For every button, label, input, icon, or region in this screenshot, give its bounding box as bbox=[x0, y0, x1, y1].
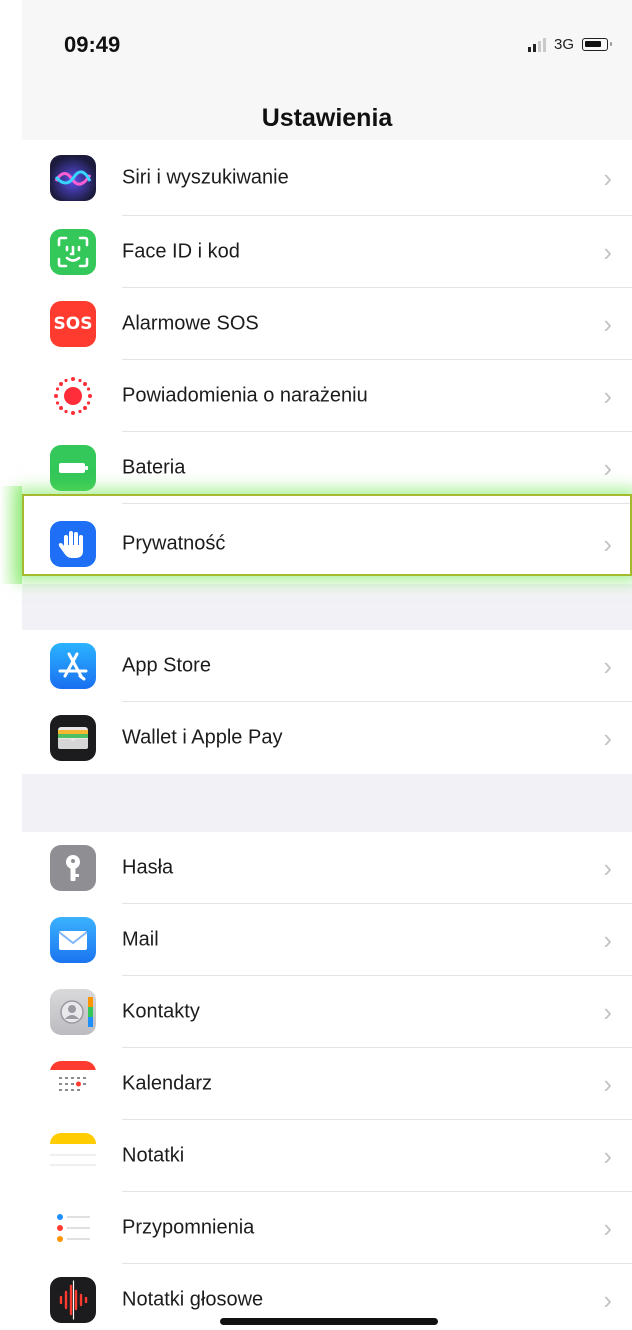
notes-icon bbox=[50, 1133, 96, 1179]
calendar-icon bbox=[50, 1061, 96, 1107]
chevron-right-icon: › bbox=[603, 381, 612, 411]
chevron-right-icon: › bbox=[603, 925, 612, 955]
app-store-icon bbox=[50, 643, 96, 689]
chevron-right-icon: › bbox=[603, 723, 612, 753]
settings-row-label: Kontakty bbox=[122, 1000, 200, 1023]
settings-row-label: Przypomnienia bbox=[122, 1216, 255, 1239]
hand-icon bbox=[50, 521, 96, 567]
settings-row-label: App Store bbox=[122, 654, 211, 677]
settings-row-label: Hasła bbox=[122, 856, 174, 879]
chevron-right-icon: › bbox=[603, 163, 612, 193]
chevron-right-icon: › bbox=[603, 651, 612, 681]
network-type: 3G bbox=[553, 36, 574, 53]
settings-row-label: Kalendarz bbox=[122, 1072, 213, 1095]
chevron-right-icon: › bbox=[603, 237, 612, 267]
settings-screen: 09:49 3G Ustawienia Siri i wyszukiwanie … bbox=[22, 0, 632, 1330]
settings-row-contacts[interactable]: Kontakty › bbox=[22, 976, 632, 1048]
settings-row-wallet[interactable]: Wallet i Apple Pay › bbox=[22, 702, 632, 774]
settings-group-system: Siri i wyszukiwanie › Face ID i kod › SO… bbox=[22, 140, 632, 584]
chevron-right-icon: › bbox=[603, 997, 612, 1027]
settings-row-label: Prywatność bbox=[122, 532, 226, 555]
settings-row-emergency-sos[interactable]: SOS Alarmowe SOS › bbox=[22, 288, 632, 360]
home-indicator[interactable] bbox=[220, 1318, 438, 1325]
chevron-right-icon: › bbox=[603, 1069, 612, 1099]
settings-row-siri[interactable]: Siri i wyszukiwanie › bbox=[22, 140, 632, 216]
status-time: 09:49 bbox=[64, 32, 121, 57]
settings-row-label: Siri i wyszukiwanie bbox=[122, 166, 289, 189]
voice-memos-icon bbox=[50, 1277, 96, 1323]
settings-row-calendar[interactable]: Kalendarz › bbox=[22, 1048, 632, 1120]
contacts-icon bbox=[50, 989, 96, 1035]
reminders-icon bbox=[50, 1205, 96, 1251]
highlight-glow bbox=[0, 486, 22, 584]
wallet-icon bbox=[50, 715, 96, 761]
settings-group-store: App Store › Wallet i Apple Pay › bbox=[22, 630, 632, 774]
signal-strength-icon bbox=[527, 37, 546, 52]
chevron-right-icon: › bbox=[603, 1285, 612, 1315]
siri-icon bbox=[50, 155, 96, 201]
settings-row-label: Bateria bbox=[122, 456, 186, 479]
sos-icon-text: SOS bbox=[53, 314, 93, 334]
settings-row-label: Wallet i Apple Pay bbox=[122, 726, 283, 749]
settings-row-notes[interactable]: Notatki › bbox=[22, 1120, 632, 1192]
mail-icon bbox=[50, 917, 96, 963]
sos-icon: SOS bbox=[50, 301, 96, 347]
chevron-right-icon: › bbox=[603, 309, 612, 339]
chevron-right-icon: › bbox=[603, 453, 612, 483]
battery-icon bbox=[50, 445, 96, 491]
settings-row-face-id[interactable]: Face ID i kod › bbox=[22, 216, 632, 288]
settings-row-label: Powiadomienia o narażeniu bbox=[122, 384, 368, 407]
chevron-right-icon: › bbox=[603, 529, 612, 559]
page-title: Ustawienia bbox=[261, 104, 393, 132]
settings-row-label: Alarmowe SOS bbox=[122, 312, 259, 335]
exposure-notifications-icon bbox=[50, 373, 96, 419]
settings-row-label: Notatki głosowe bbox=[122, 1288, 264, 1311]
settings-row-label: Notatki bbox=[122, 1144, 185, 1167]
battery-status-icon bbox=[582, 38, 612, 51]
status-indicators: 3G bbox=[527, 36, 612, 53]
settings-row-passwords[interactable]: Hasła › bbox=[22, 832, 632, 904]
settings-row-battery[interactable]: Bateria › bbox=[22, 432, 632, 504]
key-icon bbox=[50, 845, 96, 891]
status-bar: 09:49 3G bbox=[22, 0, 632, 100]
settings-group-apps: Hasła › Mail › Kontakty › Kalendarz › No… bbox=[22, 832, 632, 1330]
settings-row-label: Mail bbox=[122, 928, 159, 951]
chevron-right-icon: › bbox=[603, 1213, 612, 1243]
settings-row-privacy[interactable]: Prywatność › bbox=[22, 504, 632, 584]
settings-row-mail[interactable]: Mail › bbox=[22, 904, 632, 976]
settings-row-app-store[interactable]: App Store › bbox=[22, 630, 632, 702]
settings-row-label: Face ID i kod bbox=[122, 240, 240, 263]
face-id-icon bbox=[50, 229, 96, 275]
settings-row-exposure-notifications[interactable]: Powiadomienia o narażeniu › bbox=[22, 360, 632, 432]
chevron-right-icon: › bbox=[603, 853, 612, 883]
settings-row-reminders[interactable]: Przypomnienia › bbox=[22, 1192, 632, 1264]
chevron-right-icon: › bbox=[603, 1141, 612, 1171]
